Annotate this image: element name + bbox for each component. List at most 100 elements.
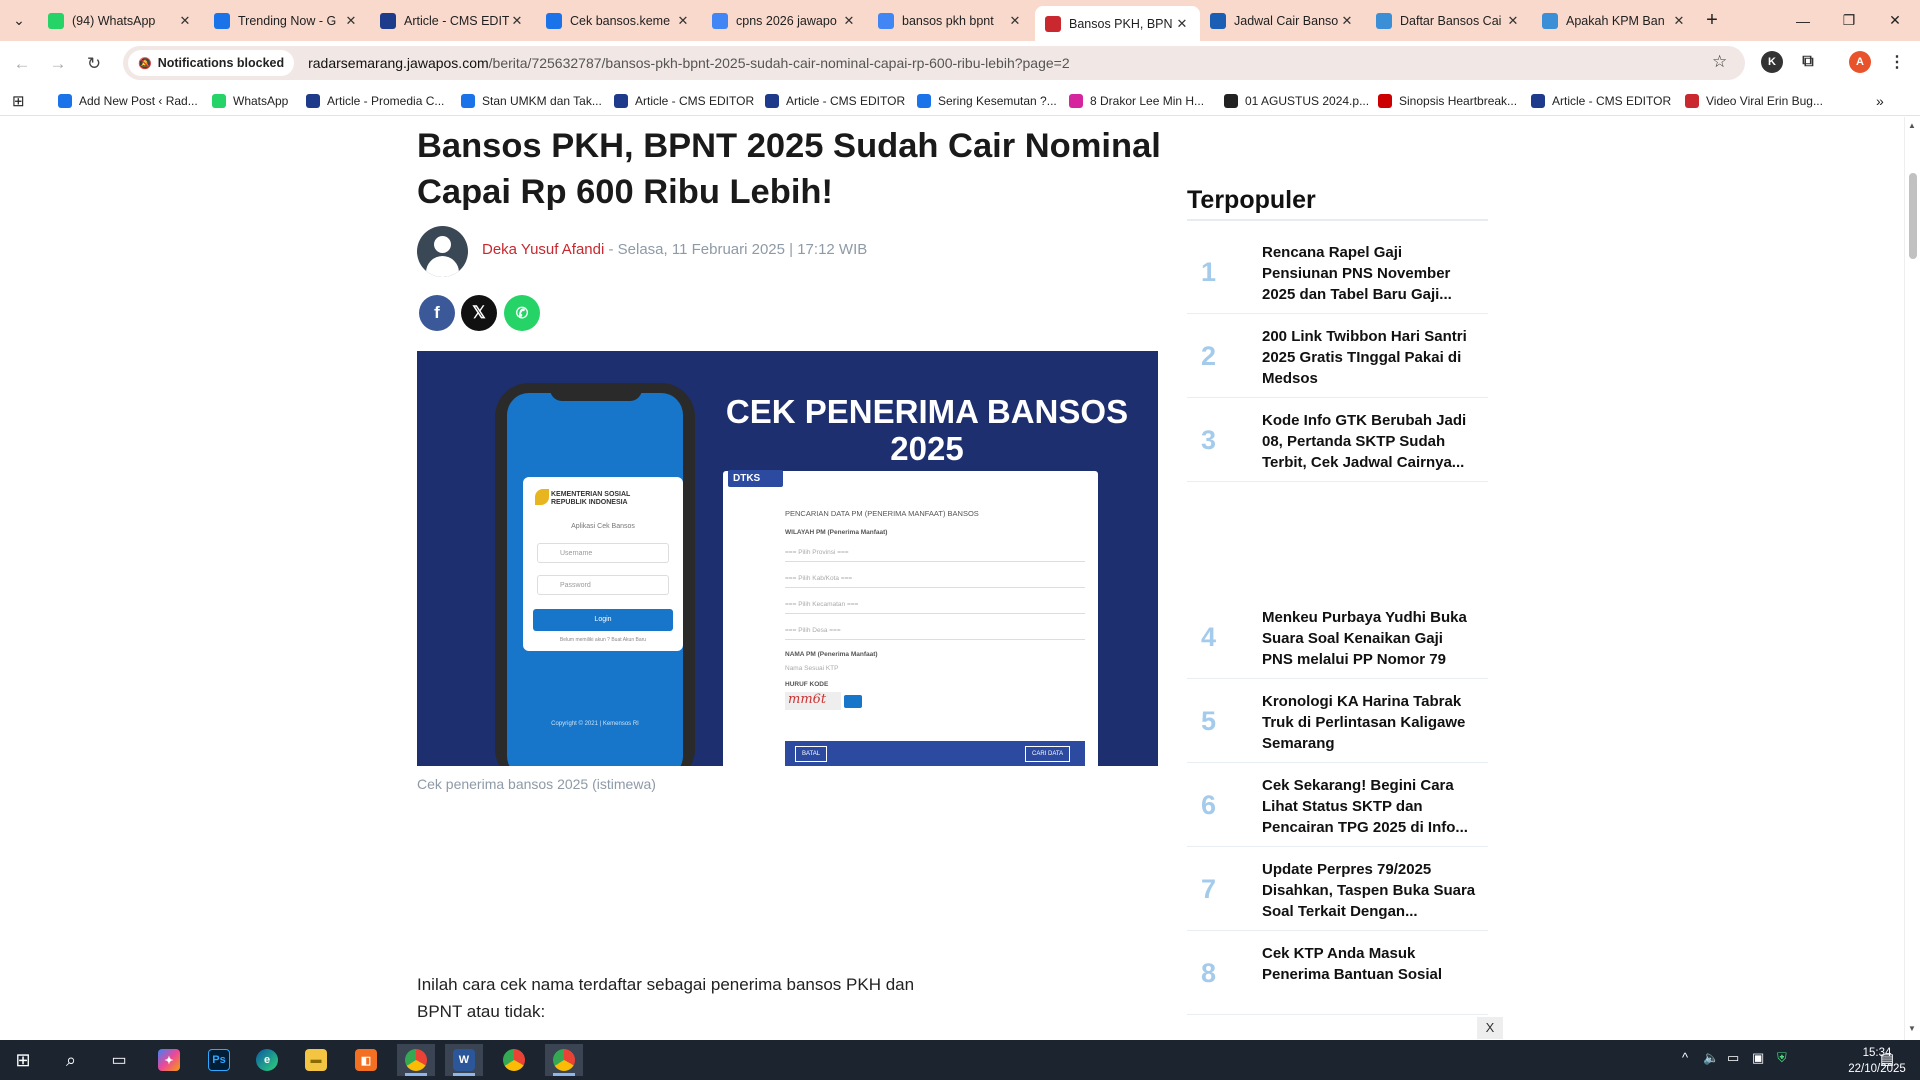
reload-icon[interactable]: ↻ <box>80 50 108 78</box>
url-text[interactable]: radarsemarang.jawapos.com/berita/7256327… <box>308 55 1070 71</box>
tab-10[interactable]: Apakah KPM Ban ✕ <box>1532 6 1697 35</box>
menu-dots-icon[interactable]: ⋮ <box>1886 51 1908 73</box>
popular-item[interactable]: 5 Kronologi KA Harina Tabrak Truk di Perl… <box>1187 679 1488 763</box>
back-icon[interactable]: ← <box>8 50 36 78</box>
tab-close-icon[interactable]: ✕ <box>509 13 525 29</box>
forward-icon[interactable]: → <box>44 50 72 78</box>
restore-icon[interactable]: ❐ <box>1826 0 1872 41</box>
tab-close-icon[interactable]: ✕ <box>1007 13 1023 29</box>
extensions-puzzle-icon[interactable]: ⧉ <box>1797 51 1819 73</box>
x-share-icon[interactable]: 𝕏 <box>461 295 497 331</box>
bookmark-7[interactable]: Sering Kesemutan ?... <box>917 92 1057 110</box>
popular-rank: 4 <box>1201 621 1217 652</box>
author-link[interactable]: Deka Yusuf Afandi <box>482 241 604 258</box>
popular-item[interactable]: 6 Cek Sekarang! Begini Cara Lihat Status … <box>1187 763 1488 847</box>
tab-1[interactable]: (94) WhatsApp ✕ <box>38 6 203 35</box>
search-icon[interactable]: ⌕ <box>52 1044 90 1076</box>
bookmark-8[interactable]: 8 Drakor Lee Min H... <box>1069 92 1204 110</box>
notification-center-icon[interactable]: ▤ <box>1880 1050 1894 1068</box>
tab-4[interactable]: Cek bansos.keme ✕ <box>536 6 701 35</box>
tab-close-icon[interactable]: ✕ <box>343 13 359 29</box>
profile-avatar[interactable]: A <box>1849 51 1871 73</box>
popular-item[interactable]: 4 Menkeu Purbaya Yudhi Buka Suara Soal Ke… <box>1187 595 1488 679</box>
chrome-active-taskbar-icon[interactable] <box>545 1044 583 1076</box>
popular-item[interactable]: 2 200 Link Twibbon Hari Santri 2025 Grati… <box>1187 314 1488 398</box>
bookmark-4[interactable]: Stan UMKM dan Tak... <box>461 92 602 110</box>
popular-title[interactable]: Kronologi KA Harina Tabrak Truk di Perli… <box>1262 691 1477 754</box>
bookmark-star-icon[interactable]: ☆ <box>1712 52 1727 72</box>
bookmark-3[interactable]: Article - Promedia C... <box>306 92 444 110</box>
scroll-up-icon[interactable]: ▲ <box>1908 121 1916 130</box>
bookmarks-overflow-icon[interactable]: » <box>1876 92 1884 110</box>
word-icon[interactable]: W <box>445 1044 483 1076</box>
close-window-icon[interactable]: ✕ <box>1872 0 1918 41</box>
start-icon[interactable]: ⊞ <box>4 1044 42 1076</box>
whatsapp-share-icon[interactable]: ✆ <box>504 295 540 331</box>
bookmark-2[interactable]: WhatsApp <box>212 92 288 110</box>
task-view-icon[interactable]: ▭ <box>100 1044 138 1076</box>
close-ad-button[interactable]: X <box>1477 1017 1503 1039</box>
photoshop-icon[interactable]: Ps <box>200 1044 238 1076</box>
author-avatar[interactable] <box>417 226 468 277</box>
address-bar[interactable]: 🔕 Notifications blocked radarsemarang.jaw… <box>123 46 1745 80</box>
chrome-icon[interactable] <box>495 1044 533 1076</box>
file-explorer-icon[interactable]: ▬ <box>297 1044 335 1076</box>
tab-close-icon[interactable]: ✕ <box>1174 16 1190 32</box>
popular-title[interactable]: Cek Sekarang! Begini Cara Lihat Status S… <box>1262 775 1477 838</box>
login-button: Login <box>533 609 673 631</box>
extension-k-icon[interactable]: K <box>1761 51 1783 73</box>
store-icon[interactable]: ◧ <box>347 1044 385 1076</box>
tab-search-icon[interactable]: ⌄ <box>0 0 38 41</box>
popular-item[interactable]: 1 Rencana Rapel Gaji Pensiunan PNS Novemb… <box>1187 230 1488 314</box>
tab-close-icon[interactable]: ✕ <box>675 13 691 29</box>
tray-chevron-icon[interactable]: ^ <box>1682 1050 1688 1065</box>
tab-close-icon[interactable]: ✕ <box>1671 13 1687 29</box>
copyright-text: Copyright © 2021 | Kemensos RI <box>551 721 639 727</box>
shield-icon[interactable]: ⛨ <box>1777 1050 1787 1066</box>
chrome-profile-taskbar-icon[interactable] <box>397 1044 435 1076</box>
taskbar-clock[interactable]: 15:34 22/10/2025 <box>1847 1045 1907 1077</box>
bookmark-12[interactable]: Video Viral Erin Bug... <box>1685 92 1823 110</box>
facebook-share-icon[interactable]: f <box>419 295 455 331</box>
scroll-down-icon[interactable]: ▼ <box>1908 1024 1916 1033</box>
bookmark-6[interactable]: Article - CMS EDITOR <box>765 92 905 110</box>
copilot-icon[interactable]: ✦ <box>150 1044 188 1076</box>
bookmark-1[interactable]: Add New Post ‹ Rad... <box>58 92 198 110</box>
popular-title[interactable]: Menkeu Purbaya Yudhi Buka Suara Soal Ken… <box>1262 607 1477 670</box>
bookmark-5[interactable]: Article - CMS EDITOR <box>614 92 754 110</box>
tab-8[interactable]: Jadwal Cair Banso ✕ <box>1200 6 1365 35</box>
popular-item[interactable]: 7 Update Perpres 79/2025 Disahkan, Taspen… <box>1187 847 1488 931</box>
scrollbar-thumb[interactable] <box>1909 173 1917 259</box>
tab-9[interactable]: Daftar Bansos Cai ✕ <box>1366 6 1531 35</box>
tab-5[interactable]: cpns 2026 jawapo ✕ <box>702 6 867 35</box>
tab-7[interactable]: Bansos PKH, BPN ✕ <box>1035 6 1200 41</box>
tab-close-icon[interactable]: ✕ <box>841 13 857 29</box>
tab-3[interactable]: Article - CMS EDIT ✕ <box>370 6 535 35</box>
notifications-blocked-chip[interactable]: 🔕 Notifications blocked <box>128 50 295 76</box>
popular-title[interactable]: Kode Info GTK Berubah Jadi 08, Pertanda … <box>1262 410 1477 473</box>
popular-item[interactable]: 3 Kode Info GTK Berubah Jadi 08, Pertanda… <box>1187 398 1488 482</box>
tab-2[interactable]: Trending Now - G ✕ <box>204 6 369 35</box>
bookmark-10[interactable]: Sinopsis Heartbreak... <box>1378 92 1517 110</box>
display-icon[interactable]: ▣ <box>1752 1050 1764 1066</box>
tab-close-icon[interactable]: ✕ <box>177 13 193 29</box>
network-icon[interactable]: ▭ <box>1727 1050 1739 1066</box>
popular-title[interactable]: 200 Link Twibbon Hari Santri 2025 Gratis… <box>1262 326 1477 389</box>
apps-grid-icon[interactable]: ⊞ <box>12 92 25 110</box>
speaker-icon[interactable]: 🔈 <box>1703 1050 1719 1066</box>
new-tab-icon[interactable]: + <box>1692 0 1732 41</box>
popular-title[interactable]: Rencana Rapel Gaji Pensiunan PNS Novembe… <box>1262 242 1477 305</box>
popular-item[interactable]: 8 Cek KTP Anda Masuk Penerima Bantuan Sos… <box>1187 931 1488 1015</box>
bookmark-11[interactable]: Article - CMS EDITOR <box>1531 92 1671 110</box>
tab-close-icon[interactable]: ✕ <box>1505 13 1521 29</box>
popular-title[interactable]: Cek KTP Anda Masuk Penerima Bantuan Sosi… <box>1262 943 1477 1006</box>
edge-icon[interactable]: e <box>248 1044 286 1076</box>
popular-title[interactable]: Update Perpres 79/2025 Disahkan, Taspen … <box>1262 859 1477 922</box>
bookmark-9[interactable]: 01 AGUSTUS 2024.p... <box>1224 92 1369 110</box>
tab-label: bansos pkh bpnt <box>902 13 994 28</box>
minimize-icon[interactable]: — <box>1780 0 1826 41</box>
tab-6[interactable]: bansos pkh bpnt ✕ <box>868 6 1033 35</box>
page-scrollbar[interactable]: ▲ ▼ <box>1904 117 1920 1040</box>
radar-icon <box>1045 15 1061 32</box>
tab-close-icon[interactable]: ✕ <box>1339 13 1355 29</box>
